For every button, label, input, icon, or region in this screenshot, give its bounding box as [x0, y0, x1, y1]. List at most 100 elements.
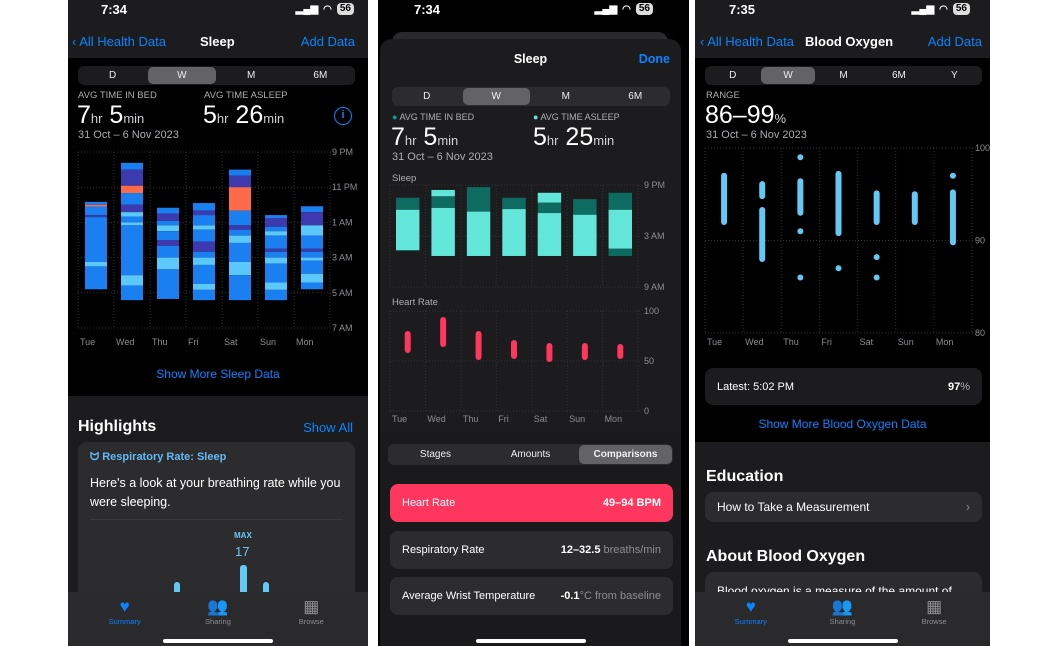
sleep-stage-segment [157, 207, 179, 214]
tab-sharing[interactable]: 👥 Sharing [188, 592, 248, 646]
sleep-stage-segment [121, 185, 143, 194]
tab-label: Sharing [829, 617, 856, 626]
sleep-stage-segment [193, 264, 215, 284]
segment-w[interactable]: W [761, 67, 815, 84]
show-all-link[interactable]: Show All [303, 420, 353, 435]
in-bed-dot: ● [392, 112, 398, 122]
avg-asleep-label: AVG TIME ASLEEP [204, 90, 288, 101]
back-button[interactable]: ‹ All Health Data [700, 34, 794, 49]
tab-summary[interactable]: ♥ Summary [721, 592, 781, 646]
segment-m[interactable]: M [532, 88, 600, 105]
back-button[interactable]: ‹ All Health Data [72, 34, 166, 49]
tab-summary[interactable]: ♥ Summary [95, 592, 155, 646]
battery-icon: 56 [952, 3, 970, 15]
tab-browse[interactable]: ▦ Browse [281, 592, 341, 646]
segment-w[interactable]: W [462, 88, 530, 105]
highlights-title: Highlights [78, 418, 157, 435]
latest-reading[interactable]: Latest: 5:02 PM 97% [705, 368, 982, 405]
tab-label: Browse [298, 617, 324, 626]
segment-w[interactable]: W [148, 67, 216, 84]
sleep-stage-segment [301, 260, 323, 274]
home-indicator [163, 639, 273, 643]
sleep-stage-segment [265, 257, 287, 264]
max-label: MAX [234, 531, 252, 540]
sleep-heart-rate-chart: 9 PM 3 AM 9 AM 100 50 0 Tue Wed Thu Fri Sat Sun Mon [389, 180, 665, 424]
sleep-stage-segment [265, 226, 287, 232]
sleep-stage-segment [193, 210, 215, 216]
y-tick-label: 0 [644, 406, 649, 416]
sleep-stage-segment [301, 248, 323, 252]
spo2-reading-dot [949, 172, 956, 179]
comparison-row-average-wrist-temperature[interactable]: Average Wrist Temperature -0.1°C from bas… [390, 577, 673, 615]
segment-m[interactable]: M [817, 67, 870, 84]
sleep-stage-segment [157, 225, 179, 232]
sleep-stage-segment [301, 235, 323, 249]
sleep-stage-segment [121, 169, 143, 186]
add-data-button[interactable]: Add Data [928, 34, 982, 49]
x-tick-label: Mon [936, 337, 954, 347]
lungs-icon: ᗢ [90, 451, 100, 463]
tab-browse[interactable]: ▦ Browse [904, 592, 964, 646]
comparison-row-heart-rate[interactable]: Heart Rate 49–94 BPM [390, 484, 673, 522]
heart-rate-range-bar [581, 343, 588, 360]
sleep-stage-segment [193, 257, 215, 265]
spo2-reading-dot [873, 274, 880, 281]
chevron-right-icon: › [966, 500, 970, 514]
heart-rate-range-bar [511, 340, 517, 359]
view-segmented-control[interactable]: Stages Amounts Comparisons [388, 444, 673, 465]
status-bar: 7:34 ▂▄▆ ◠ 56 [68, 0, 368, 22]
info-icon[interactable]: i [334, 107, 352, 125]
spo2-reading-dot [835, 265, 842, 272]
show-more-sleep-data-link[interactable]: Show More Sleep Data [68, 367, 368, 381]
segment-d[interactable]: D [706, 67, 759, 84]
add-data-button[interactable]: Add Data [301, 34, 355, 49]
sleep-stage-segment [265, 218, 287, 227]
highlight-card[interactable]: ᗢ Respiratory Rate: Sleep Here's a look … [78, 442, 355, 615]
tab-amounts[interactable]: Amounts [484, 445, 577, 464]
heart-icon: ♥ [119, 597, 130, 616]
tab-sharing[interactable]: 👥 Sharing [812, 592, 872, 646]
period-segmented-control[interactable]: D W M 6M Y [705, 66, 982, 85]
sleep-bar-segment [537, 213, 562, 256]
sleep-stage-segment [157, 269, 179, 299]
heart-icon: ♥ [745, 597, 756, 616]
asleep-dot: ● [533, 112, 539, 122]
tab-comparisons[interactable]: Comparisons [579, 445, 672, 464]
home-indicator [475, 639, 586, 643]
people-icon: 👥 [831, 597, 854, 616]
x-tick-label: Sat [224, 337, 238, 347]
show-more-blood-oxygen-link[interactable]: Show More Blood Oxygen Data [695, 417, 990, 431]
sleep-stage-segment [121, 212, 143, 217]
segment-m[interactable]: M [218, 67, 285, 84]
segment-6m[interactable]: 6M [872, 67, 925, 84]
row-label: Respiratory Rate [402, 543, 485, 556]
spo2-reading-dot [873, 254, 880, 261]
sleep-stage-segment [85, 217, 107, 262]
signal-icon: ▂▄▆ [295, 3, 319, 15]
segment-d[interactable]: D [79, 67, 146, 84]
segment-6m[interactable]: 6M [287, 67, 354, 84]
tab-bar: ♥ Summary 👥 Sharing ▦ Browse [68, 592, 368, 646]
tab-stages[interactable]: Stages [389, 445, 482, 464]
sleep-bar-segment [396, 209, 420, 251]
page-title: Sleep [200, 34, 235, 49]
period-segmented-control[interactable]: D W M 6M [392, 87, 670, 106]
back-label: All Health Data [79, 34, 166, 49]
sleep-stage-segment [229, 225, 251, 230]
sleep-stage-segment [265, 248, 287, 252]
y-tick-label: 9 PM [644, 180, 665, 190]
sleep-stage-segment [85, 206, 107, 216]
segment-y[interactable]: Y [928, 67, 981, 84]
done-button[interactable]: Done [639, 52, 670, 66]
segment-6m[interactable]: 6M [602, 88, 670, 105]
how-to-measure-item[interactable]: How to Take a Measurement › [705, 492, 982, 522]
tab-label: Sharing [205, 617, 231, 626]
signal-icon: ▂▄▆ [911, 3, 935, 15]
period-segmented-control[interactable]: D W M 6M [78, 66, 355, 85]
x-tick-label: Wed [745, 337, 763, 347]
sleep-bar-segment [431, 196, 455, 208]
sleep-stage-segment [229, 210, 251, 226]
comparison-row-respiratory-rate[interactable]: Respiratory Rate 12–32.5 breaths/min [390, 530, 673, 569]
segment-d[interactable]: D [393, 88, 461, 105]
heart-rate-range-bar [404, 331, 411, 353]
